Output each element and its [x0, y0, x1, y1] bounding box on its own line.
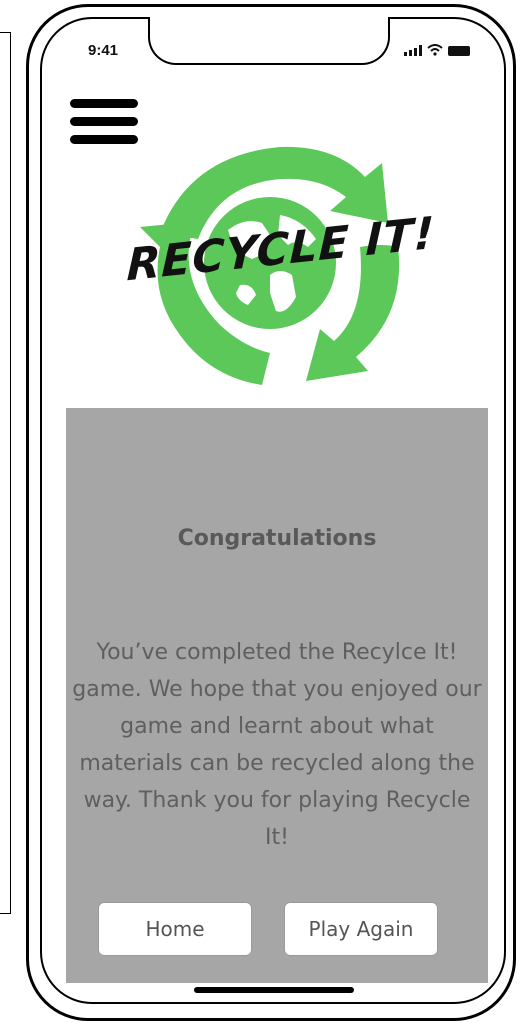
home-button[interactable]: Home [98, 902, 252, 956]
battery-icon [448, 46, 470, 56]
congratulations-card: Congratulations You’ve completed the Rec… [66, 408, 488, 983]
home-indicator[interactable] [194, 987, 354, 993]
signal-icon [404, 45, 422, 56]
status-icons [404, 44, 470, 56]
wifi-icon [427, 44, 443, 56]
status-time: 9:41 [88, 42, 119, 59]
play-again-button[interactable]: Play Again [284, 902, 438, 956]
card-title: Congratulations [177, 526, 377, 551]
side-frame [0, 32, 11, 914]
card-message: You’ve completed the Recylce It! game. W… [72, 640, 482, 850]
phone-notch [148, 17, 390, 65]
app-stage: 9:41 RECYCLE IT! Congratulations You’ve … [0, 0, 520, 1025]
